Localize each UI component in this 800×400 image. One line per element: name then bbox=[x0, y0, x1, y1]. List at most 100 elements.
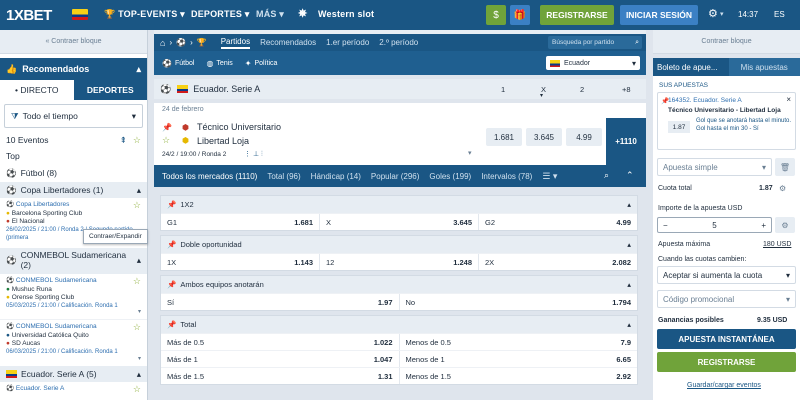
star-outline-icon[interactable]: ☆ bbox=[133, 276, 141, 287]
odd-button-x[interactable]: 3.645 bbox=[526, 128, 562, 146]
tab-intervalos[interactable]: Intervalos (78) bbox=[481, 172, 532, 181]
chevron-down-icon[interactable]: ▾ bbox=[138, 355, 141, 362]
odd-cell[interactable]: Menos de 1 6.65 bbox=[400, 351, 638, 367]
close-icon[interactable]: × bbox=[786, 95, 791, 104]
amount-input[interactable]: − 5 + bbox=[657, 217, 772, 233]
pin-icon[interactable]: 📌 bbox=[167, 240, 176, 249]
football-row[interactable]: ⚽ Fútbol (8) bbox=[0, 164, 147, 182]
register-button[interactable]: REGISTRARSE bbox=[540, 5, 614, 25]
star-outline-icon[interactable]: ☆ bbox=[133, 322, 141, 333]
odd-cell[interactable]: Más de 0.5 1.022 bbox=[161, 334, 400, 350]
country-select[interactable]: Ecuador ▾ bbox=[546, 56, 640, 70]
group-header[interactable]: ⚽ CONMEBOL Sudamericana (2) ▴ bbox=[0, 248, 147, 274]
market-title[interactable]: 📌 Ambos equipos anotarán ▴ bbox=[161, 276, 637, 293]
odd-cell[interactable]: Menos de 1.5 2.92 bbox=[400, 368, 638, 384]
league-link[interactable]: ⚽ Copa Libertadores bbox=[6, 200, 141, 208]
instant-bet-button[interactable]: APUESTA INSTANTÁNEA bbox=[657, 329, 796, 349]
star-outline-icon[interactable]: ☆ bbox=[133, 384, 141, 395]
bet-type-select[interactable]: Apuesta simple ▾ bbox=[657, 158, 772, 176]
search-icon[interactable]: ⌕ bbox=[635, 39, 639, 47]
trophy-icon[interactable]: 🏆 bbox=[197, 38, 207, 47]
odds-change-select[interactable]: Aceptar si aumenta la cuota ▾ bbox=[657, 266, 796, 284]
gear-icon[interactable]: ⚙ bbox=[775, 217, 795, 233]
nav-top-events[interactable]: 🏆 TOP-EVENTS ▾ bbox=[104, 9, 185, 20]
odd-cell[interactable]: Más de 1.5 1.31 bbox=[161, 368, 400, 384]
group-header[interactable]: Ecuador. Serie A (5) ▴ bbox=[0, 366, 147, 382]
tab-partidos[interactable]: Partidos bbox=[220, 37, 251, 49]
pin-icon[interactable]: 📌 bbox=[167, 280, 176, 289]
nav-mas[interactable]: MÁS ▾ bbox=[256, 9, 284, 20]
chevron-down-icon[interactable]: ▾ bbox=[138, 308, 141, 315]
tab-my-bets[interactable]: Mis apuestas bbox=[728, 58, 800, 76]
list-item[interactable]: ⚽ CONMEBOL Sudamericana ● Universidad Ca… bbox=[0, 320, 147, 366]
match-search-input[interactable]: Búsqueda por partido ⌕ bbox=[548, 36, 642, 49]
gear-icon[interactable]: ⚙ bbox=[779, 184, 786, 193]
market-title[interactable]: 📌 1X2 ▴ bbox=[161, 196, 637, 213]
trash-icon[interactable]: 🗑 bbox=[775, 158, 795, 176]
deposit-dollar-icon[interactable]: $ bbox=[486, 5, 506, 25]
odd-cell[interactable]: Sí 1.97 bbox=[161, 294, 400, 310]
home-icon[interactable]: ⌂ bbox=[160, 38, 165, 48]
save-load-events-link[interactable]: Guardar/cargar eventos bbox=[687, 382, 761, 389]
sport-tenis[interactable]: Tenis bbox=[216, 60, 232, 67]
league-link[interactable]: ⚽ CONMEBOL Sudamericana bbox=[6, 322, 141, 330]
odd-cell[interactable]: No 1.794 bbox=[400, 294, 638, 310]
tab-goles[interactable]: Goles (199) bbox=[429, 172, 471, 181]
flag-ecuador-icon[interactable] bbox=[72, 9, 88, 20]
odd-cell[interactable]: 1X 1.143 bbox=[161, 254, 320, 270]
league-header[interactable]: ⚽ Ecuador. Serie A 1 X ▾ 2 +8 bbox=[154, 79, 646, 99]
sport-politica[interactable]: Política bbox=[254, 60, 277, 67]
nav-deportes[interactable]: DEPORTES ▾ bbox=[191, 9, 250, 20]
chevron-down-icon[interactable]: ▾ bbox=[540, 92, 543, 99]
sport-futbol[interactable]: Fútbol bbox=[175, 60, 194, 67]
more-markets-button[interactable]: +1110 bbox=[606, 118, 646, 165]
collapse-left-block[interactable]: « Contraer bloque bbox=[0, 30, 147, 54]
chevron-down-icon[interactable]: ▾ bbox=[468, 149, 472, 157]
market-title[interactable]: 📌 Total ▴ bbox=[161, 316, 637, 333]
login-button[interactable]: INICIAR SESIÓN bbox=[620, 5, 698, 25]
tab-all-markets[interactable]: Todos los mercados (1110) bbox=[162, 172, 257, 181]
odd-cell[interactable]: 2X 2.082 bbox=[479, 254, 637, 270]
collapse-right-block[interactable]: Contraer bloque bbox=[653, 30, 800, 54]
odd-cell[interactable]: Menos de 0.5 7.9 bbox=[400, 334, 638, 350]
stats-icons[interactable]: ⋮ ⊥ ⫶ bbox=[244, 150, 263, 159]
tab-second-period[interactable]: 2.º período bbox=[379, 38, 418, 47]
slip-register-button[interactable]: REGISTRARSE bbox=[657, 352, 796, 372]
odd-cell[interactable]: Más de 1 1.047 bbox=[161, 351, 400, 367]
odd-button-1[interactable]: 1.681 bbox=[486, 128, 522, 146]
minus-icon[interactable]: − bbox=[663, 221, 668, 230]
league-link[interactable]: ⚽ Ecuador. Serie A bbox=[6, 384, 141, 392]
star-outline-icon[interactable]: ☆ bbox=[133, 200, 141, 211]
pin-icon[interactable]: 📌 bbox=[162, 123, 172, 132]
market-title[interactable]: 📌 Doble oportunidad ▴ bbox=[161, 236, 637, 253]
gear-icon[interactable]: ⚙ bbox=[708, 7, 718, 20]
plus-icon[interactable]: + bbox=[761, 221, 766, 230]
tab-bet-slip[interactable]: Boleto de apue... bbox=[653, 58, 729, 76]
star-outline-icon[interactable]: ☆ bbox=[162, 135, 170, 146]
match-row[interactable]: 24 de febrero 📌 ☆ ⬢ Técnico Universitari… bbox=[154, 103, 646, 165]
promo-code-select[interactable]: Código promocional ▾ bbox=[657, 290, 796, 308]
search-icon[interactable]: ⌕ bbox=[604, 170, 609, 181]
tab-recomendados[interactable]: Recomendados bbox=[260, 38, 316, 47]
odd-button-2[interactable]: 4.99 bbox=[566, 128, 602, 146]
gift-icon[interactable]: 🎁 bbox=[510, 5, 530, 25]
odd-cell[interactable]: 12 1.248 bbox=[320, 254, 479, 270]
period-filter[interactable]: ⧩ Todo el tiempo ▾ bbox=[4, 104, 143, 128]
odd-cell[interactable]: G2 4.99 bbox=[479, 214, 637, 230]
language-selector[interactable]: ES bbox=[774, 10, 785, 19]
recommended-header[interactable]: 👍 Recomendados ▴ bbox=[0, 58, 147, 80]
list-item[interactable]: ⚽ CONMEBOL Sudamericana ● Mushuc Runa ● … bbox=[0, 274, 147, 320]
collapse-all-icon[interactable]: ⇞ bbox=[120, 135, 127, 146]
pin-icon[interactable]: 📌 bbox=[167, 200, 176, 209]
tab-total[interactable]: Total (96) bbox=[267, 172, 300, 181]
soccer-ball-icon[interactable]: ⚽ bbox=[176, 38, 186, 47]
tab-handicap[interactable]: Hándicap (14) bbox=[311, 172, 361, 181]
tab-live[interactable]: • DIRECTO bbox=[0, 80, 74, 100]
chevron-down-icon[interactable]: ▾ bbox=[720, 10, 724, 18]
brand-logo[interactable]: 1XBET bbox=[6, 7, 52, 24]
menu-icon[interactable]: ☰ ▾ bbox=[542, 171, 557, 182]
nav-western-slot[interactable]: Western slot bbox=[318, 9, 374, 19]
league-link[interactable]: ⚽ CONMEBOL Sudamericana bbox=[6, 276, 141, 284]
tab-sports[interactable]: DEPORTES bbox=[73, 80, 147, 100]
odd-cell[interactable]: X 3.645 bbox=[320, 214, 479, 230]
